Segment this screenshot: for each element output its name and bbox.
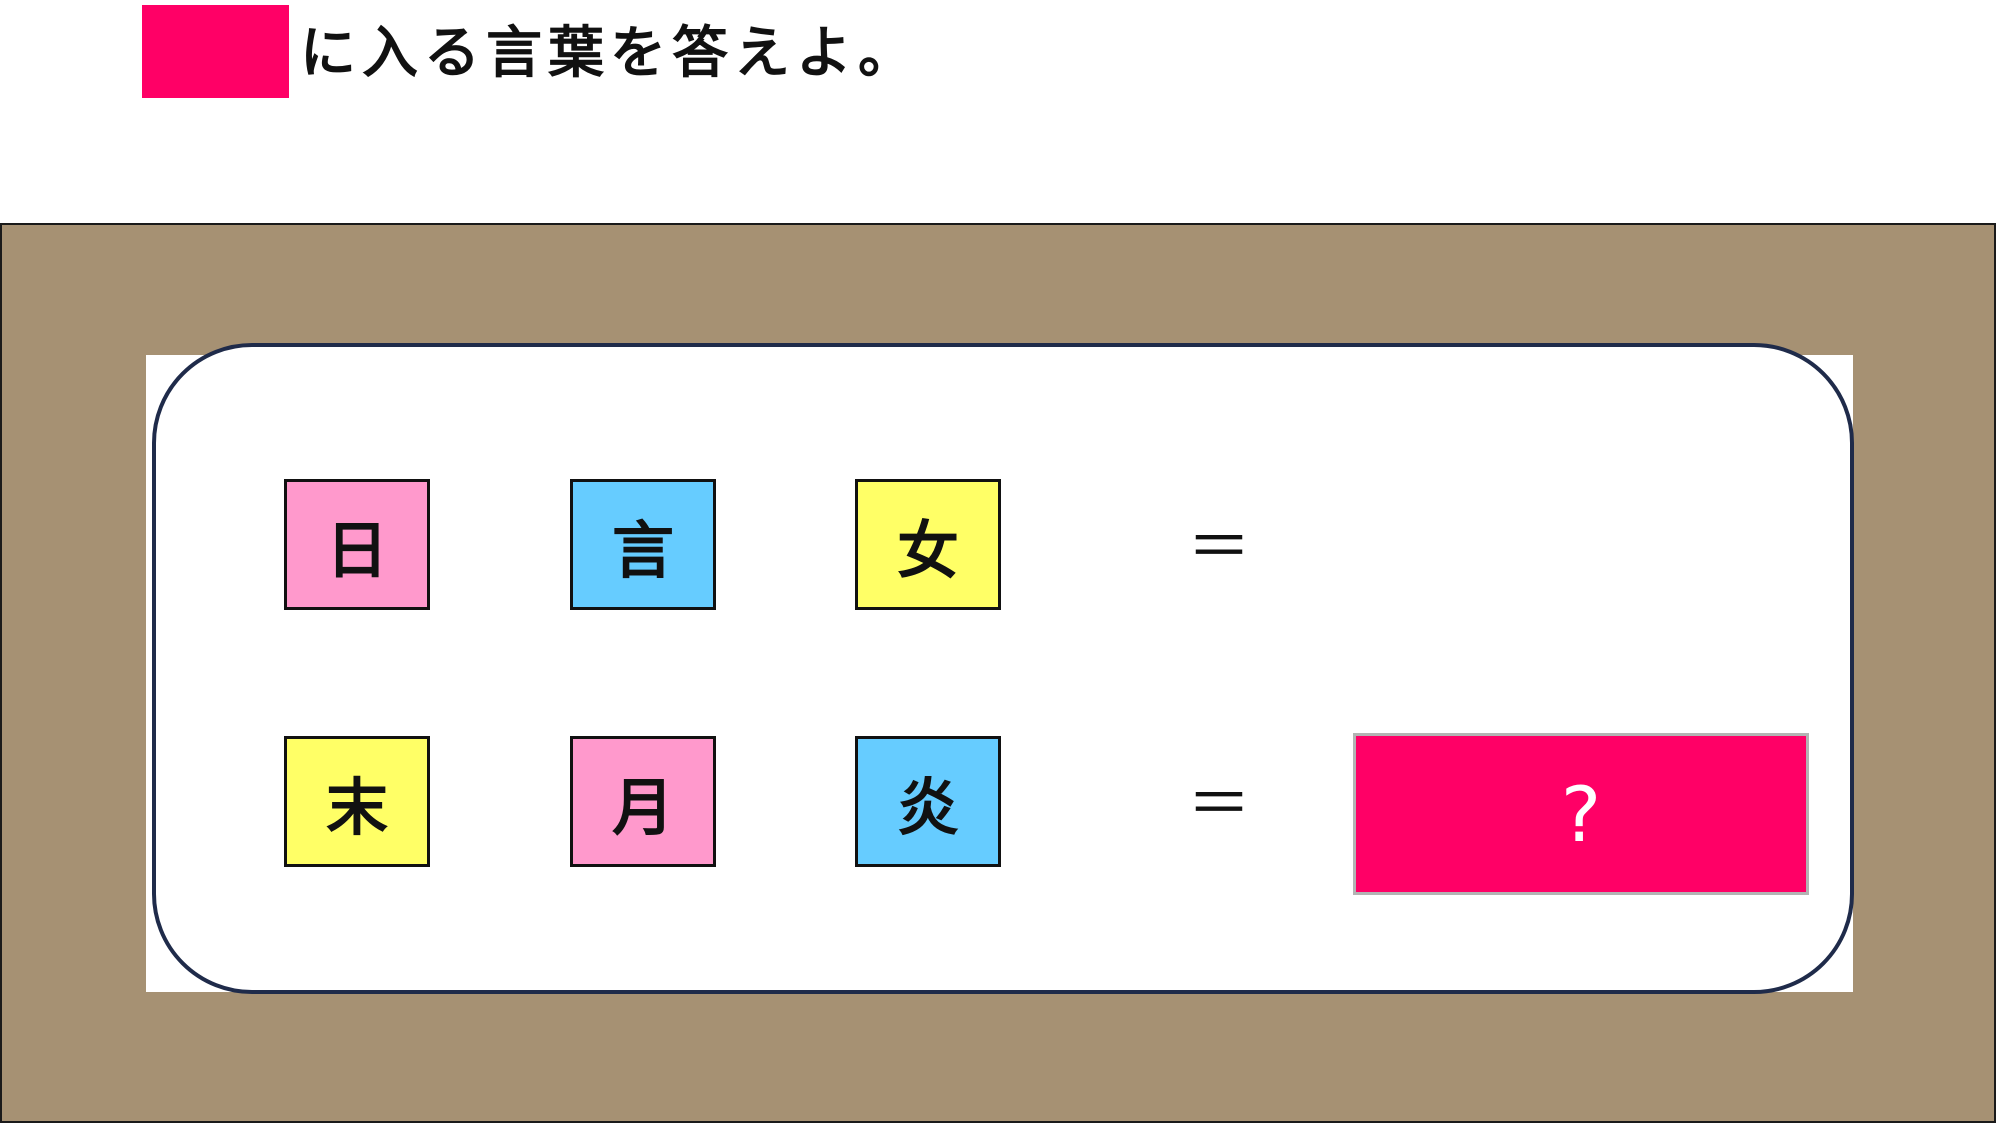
tile-char: 日: [325, 513, 388, 587]
row1-tile-3: 女: [855, 479, 1001, 610]
answer-box: ?: [1353, 733, 1809, 895]
puzzle-board: [152, 343, 1854, 994]
tile-char: 月: [611, 770, 674, 844]
row2-tile-1: 末: [284, 736, 430, 867]
tile-char: 炎: [896, 770, 959, 844]
row2-tile-2: 月: [570, 736, 716, 867]
answer-placeholder-swatch: [142, 5, 289, 98]
tile-char: 言: [611, 513, 674, 587]
row2-equals-sign: ＝: [1187, 768, 1251, 842]
question-mark: ?: [1560, 769, 1602, 859]
tile-char: 女: [896, 513, 959, 587]
instruction-text: に入る言葉を答えよ。: [300, 20, 920, 86]
row2-tile-3: 炎: [855, 736, 1001, 867]
row1-tile-2: 言: [570, 479, 716, 610]
row1-tile-1: 日: [284, 479, 430, 610]
tile-char: 末: [325, 770, 388, 844]
row1-equals-sign: ＝: [1187, 511, 1251, 585]
